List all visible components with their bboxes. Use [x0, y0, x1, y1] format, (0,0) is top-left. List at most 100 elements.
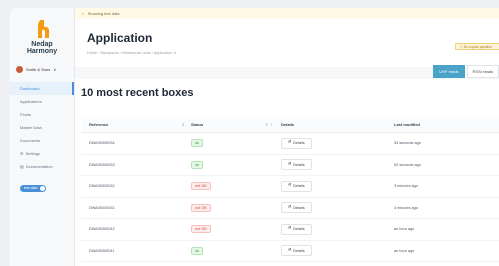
cell-details: 🗎 Details [281, 245, 394, 257]
cell-modified: an hour ago [394, 248, 415, 253]
cell-status: ok [191, 160, 281, 169]
gear-icon: ⚙ [20, 151, 24, 156]
status-badge: not OK [191, 203, 211, 212]
table-body: DWA00000034 ok 🗎 Details 33 seconds ago DWA00… [81, 133, 499, 262]
cell-reference: DWA00000031 [89, 205, 115, 210]
status-badge: not OK [191, 225, 211, 234]
sidebar-item-settings[interactable]: ⚙ Settings [10, 147, 74, 160]
document-icon: 🗎 [288, 183, 292, 188]
feedback-button[interactable]: ☐ Do a quick question [455, 43, 499, 50]
table-row[interactable]: DWA00000032 not OK 🗎 Details 3 minutes ago [81, 176, 499, 198]
cell-modified: 3 minutes ago [394, 184, 418, 189]
details-button-label: Details [293, 162, 305, 167]
page-header: Application Home › Backpacks › Warehouse… [75, 19, 499, 67]
cell-reference: DWA00000034 [89, 141, 115, 146]
view-tabs: UHF reads RSSI reads [433, 65, 499, 78]
book-icon: ▤ [20, 164, 24, 169]
header-modified-label: Last modified [394, 121, 421, 127]
status-badge: ok [191, 160, 204, 169]
document-icon: 🗎 [288, 204, 292, 209]
cell-details: 🗎 Details [281, 223, 394, 235]
cell-modified: 33 seconds ago [394, 141, 421, 146]
document-icon: 🗎 [288, 140, 292, 145]
table-row[interactable]: DWA00000041 ok 🗎 Details an hour ago [81, 241, 499, 262]
details-button[interactable]: 🗎 Details [281, 180, 312, 192]
card-title: 10 most recent boxes [81, 87, 194, 99]
sort-filter-icon[interactable]: ⇕ ⊤ [265, 122, 273, 127]
cell-reference: DWA00000032 [89, 184, 115, 189]
company-selector[interactable]: Smith & Sons ∨ [16, 66, 72, 73]
status-badge: not OK [191, 182, 211, 191]
header-reference-label: Reference [89, 121, 109, 127]
sidebar-item-label: Settings [25, 151, 41, 156]
details-button[interactable]: 🗎 Details [281, 245, 312, 257]
sidebar-item-floats[interactable]: Floats [10, 108, 74, 121]
sidebar: Nedap Harmony Smith & Sons ∨ Dashboard Ap… [10, 8, 75, 266]
tab-rssi-reads[interactable]: RSSI reads [466, 65, 499, 78]
warning-icon: ⚠ [81, 11, 85, 16]
sidebar-item-label: Master Data [20, 125, 42, 130]
details-button-label: Details [293, 248, 305, 253]
details-button[interactable]: 🗎 Details [281, 159, 312, 171]
feedback-icon: ☐ [460, 45, 463, 49]
nedap-logo-icon [38, 20, 49, 38]
banner-text: Showing test data [87, 11, 120, 16]
cell-modified: an hour ago [394, 227, 415, 232]
document-icon: 🗎 [288, 247, 292, 252]
details-button[interactable]: 🗎 Details [281, 223, 312, 235]
brand-line-1: Nedap [31, 41, 53, 48]
cell-details: 🗎 Details [281, 180, 394, 192]
sidebar-item-documents[interactable]: Documents [10, 134, 74, 147]
feedback-label: Do a quick question [463, 45, 492, 49]
details-button[interactable]: 🗎 Details [281, 137, 312, 149]
details-button-label: Details [293, 227, 305, 232]
sidebar-item-applications[interactable]: Applications [10, 95, 74, 108]
table-row[interactable]: DWA00000042 not OK 🗎 Details an hour ago [81, 219, 499, 241]
cell-status: ok [191, 246, 281, 255]
status-badge: ok [191, 139, 204, 148]
cell-details: 🗎 Details [281, 202, 394, 214]
brand-name: Nedap Harmony [20, 41, 64, 55]
chevron-down-icon: ∨ [53, 67, 57, 72]
details-button-label: Details [293, 141, 305, 146]
page-title: Application [87, 31, 153, 45]
cell-modified: 52 seconds ago [394, 162, 421, 167]
details-button[interactable]: 🗎 Details [281, 202, 312, 214]
sidebar-item-label: Floats [20, 112, 31, 117]
sidebar-item-label: Dashboard [20, 86, 40, 91]
cell-status: not OK [191, 225, 281, 234]
header-status-label: Status [191, 121, 204, 127]
cell-details: 🗎 Details [281, 159, 394, 171]
cell-reference: DWA00000033 [89, 162, 115, 167]
table-row[interactable]: DWA00000034 ok 🗎 Details 33 seconds ago [81, 133, 499, 155]
details-button-label: Details [293, 184, 305, 189]
company-avatar [16, 66, 23, 73]
tab-uhf-reads[interactable]: UHF reads [433, 65, 465, 78]
sidebar-nav: Dashboard Applications Floats Master Data Do… [10, 82, 74, 173]
sidebar-item-documentation[interactable]: ▤ Documentation [10, 160, 74, 173]
test-data-toggle[interactable]: test data [20, 185, 46, 192]
header-status[interactable]: Status ⇕ ⊤ [191, 122, 281, 127]
table-row[interactable]: DWA00000033 ok 🗎 Details 52 seconds ago [81, 155, 499, 176]
cell-status: ok [191, 139, 281, 148]
cell-status: not OK [191, 182, 281, 191]
sort-icon[interactable]: ⇕ [182, 122, 185, 127]
details-button-label: Details [293, 205, 305, 210]
company-name: Smith & Sons [26, 67, 51, 72]
recent-boxes-card: 10 most recent boxes Reference ⇕ Status … [75, 79, 499, 266]
header-modified[interactable]: Last modified [394, 122, 499, 127]
sidebar-item-dashboard[interactable]: Dashboard [10, 82, 74, 95]
cell-reference: DWA00000042 [89, 227, 115, 232]
sidebar-item-label: Applications [20, 99, 42, 104]
sidebar-item-master-data[interactable]: Master Data [10, 121, 74, 134]
cell-modified: 4 minutes ago [394, 205, 418, 210]
header-details: Details [281, 122, 394, 127]
header-reference[interactable]: Reference ⇕ [81, 122, 191, 127]
status-badge: ok [191, 246, 204, 255]
document-icon: 🗎 [288, 161, 292, 166]
cell-reference: DWA00000041 [89, 248, 115, 253]
table-row[interactable]: DWA00000031 not OK 🗎 Details 4 minutes ago [81, 198, 499, 219]
sidebar-item-label: Documents [20, 138, 41, 143]
breadcrumb[interactable]: Home › Backpacks › Warehouse units › App… [87, 50, 176, 55]
app-window: Nedap Harmony Smith & Sons ∨ Dashboard Ap… [10, 8, 499, 266]
